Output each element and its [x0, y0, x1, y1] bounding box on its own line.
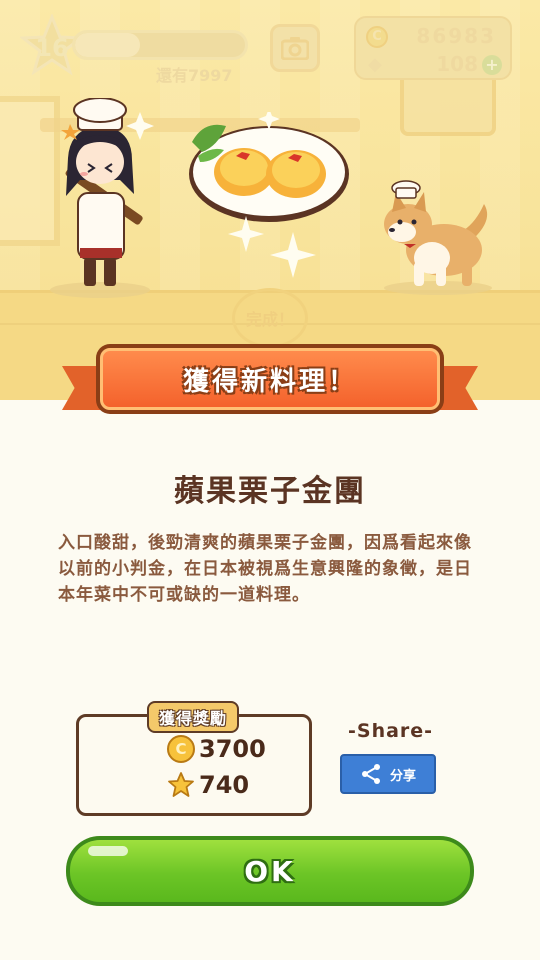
exp-remaining-text: 還有7997 — [156, 66, 233, 85]
exp-bar-fill — [75, 33, 140, 57]
reward-label: 獲得獎勵 — [147, 701, 240, 733]
ok-button[interactable]: OK — [66, 836, 474, 906]
dish-name: 蘋果栗子金團 — [174, 474, 366, 509]
star-icon — [168, 772, 194, 797]
share-button-label: 分享 — [389, 768, 416, 784]
new-dish-banner: 獲得新料理！ — [62, 340, 478, 430]
reward-coins-value: 3700 — [199, 735, 266, 763]
diamond-icon: ◆ — [368, 54, 382, 75]
reward-stars-value: 740 — [199, 771, 250, 799]
ribbon-inner: 獲得新料理！ — [100, 348, 440, 410]
shiba-dog-character — [384, 180, 492, 295]
dish-description: 入口酸甜，後勁清爽的蘋果栗子金團，因爲看起來像以前的小判金，在日本被視爲生意興隆… — [58, 533, 472, 605]
ribbon-body: 獲得新料理！ — [96, 344, 444, 414]
ok-button-face: OK — [70, 840, 470, 902]
complete-stamp: 完成！ — [232, 288, 308, 348]
banner-title: 獲得新料理！ — [182, 366, 357, 397]
share-button[interactable]: 分享 — [340, 754, 436, 794]
sparkle-effect — [228, 216, 316, 278]
chef-character — [50, 98, 154, 298]
currency-panel: C 86983 ◆ 108 + — [354, 16, 512, 80]
add-gems-button[interactable]: + — [482, 55, 502, 75]
share-label: -Share- — [348, 720, 434, 742]
ok-button-label: OK — [244, 854, 296, 888]
coin-count: 86983 — [416, 24, 496, 48]
coin-icon: C — [167, 735, 195, 763]
coin-icon: C — [366, 26, 388, 48]
reward-panel: 獲得獎勵 C 3700 740 — [76, 701, 312, 816]
button-shine — [88, 846, 128, 856]
camera-icon — [281, 37, 309, 60]
reward-stars-row: 740 — [167, 771, 249, 799]
reward-coins-row: C 3700 — [167, 735, 266, 763]
share-icon — [361, 764, 380, 784]
exp-bar — [72, 30, 248, 60]
camera-button[interactable] — [270, 24, 320, 72]
gem-count: 108 — [436, 52, 478, 76]
